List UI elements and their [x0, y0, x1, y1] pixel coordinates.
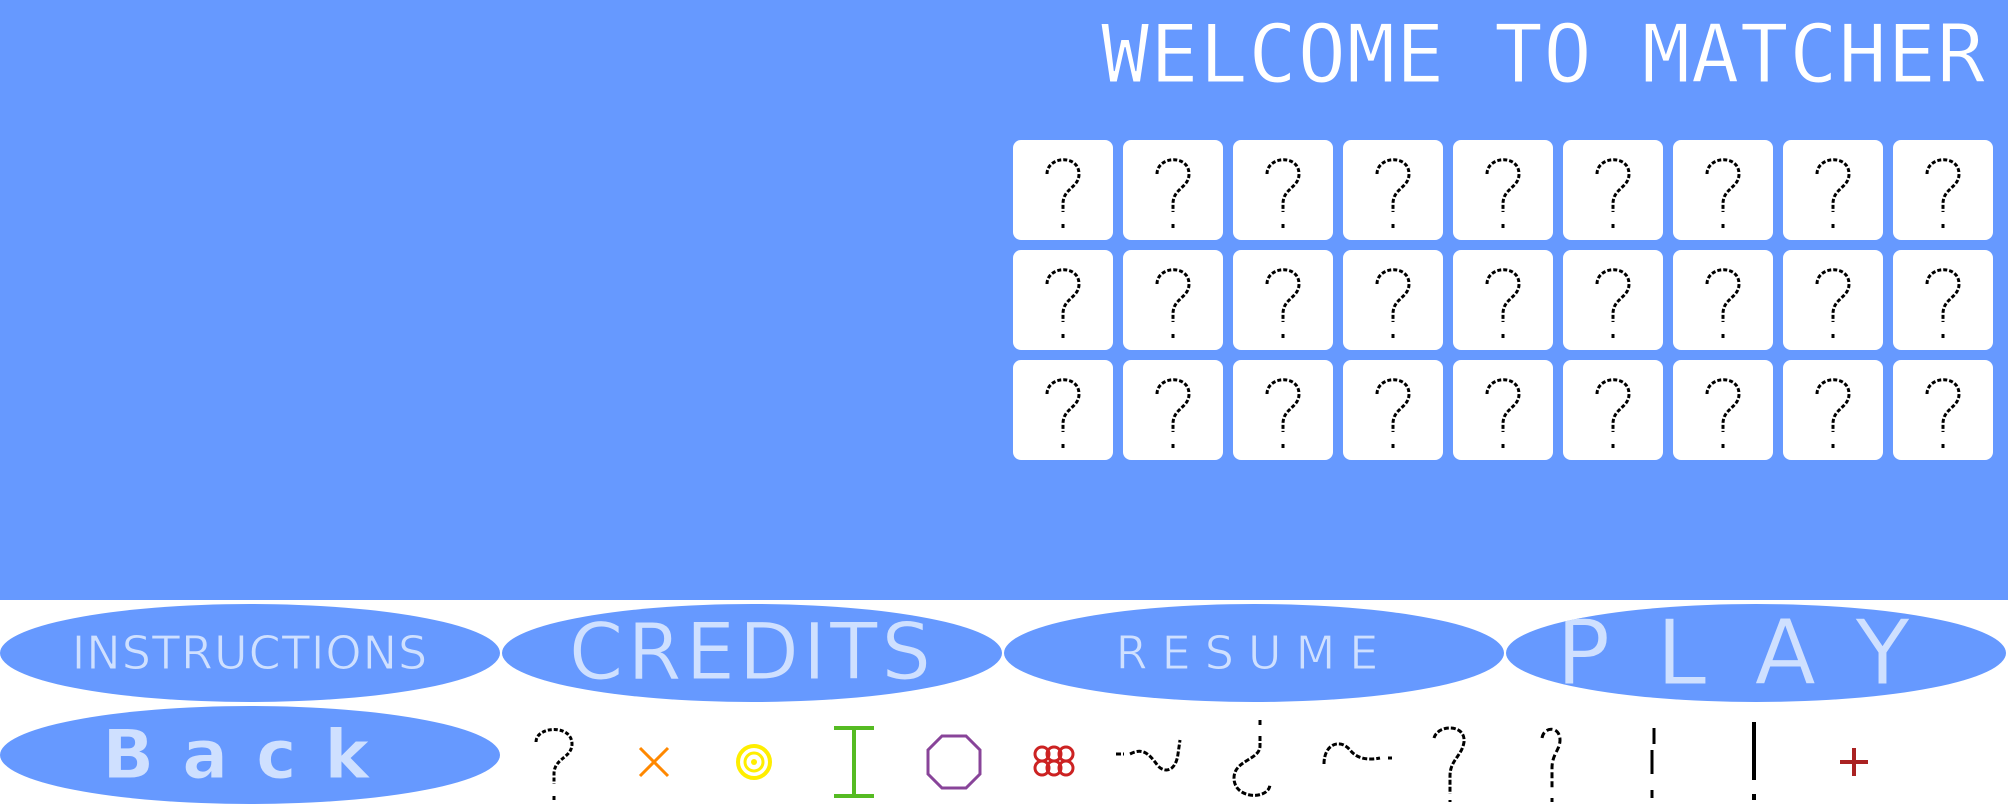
card[interactable] — [1343, 360, 1443, 460]
card[interactable] — [1123, 250, 1223, 350]
instructions-button[interactable]: INSTRUCTIONS — [0, 604, 500, 702]
question-mark-icon — [1485, 158, 1521, 228]
question-mark-icon — [1045, 268, 1081, 338]
question-mark-icon — [1595, 268, 1631, 338]
question-mark-icon — [1485, 378, 1521, 448]
card[interactable] — [1673, 360, 1773, 460]
squiggle-icon — [1116, 739, 1182, 772]
card-grid — [1013, 140, 1993, 460]
question-mark-icon — [1705, 158, 1741, 228]
instructions-button-label: INSTRUCTIONS — [71, 626, 429, 681]
back-button[interactable]: Back — [0, 706, 500, 804]
game-title: WELCOME TO MATCHER — [1101, 8, 1986, 101]
play-button[interactable]: PLAY — [1506, 604, 2006, 702]
play-button-label: PLAY — [1555, 604, 1957, 702]
spiral-icon — [736, 744, 772, 780]
card[interactable] — [1783, 140, 1883, 240]
resume-button[interactable]: RESUME — [1004, 604, 1504, 702]
question-mark-icon — [1485, 268, 1521, 338]
card[interactable] — [1453, 360, 1553, 460]
card[interactable] — [1893, 250, 1993, 350]
question-variant-a-icon — [1432, 726, 1466, 802]
question-mark-icon — [534, 728, 574, 800]
credits-button[interactable]: CREDITS — [502, 604, 1002, 702]
question-mark-icon — [1155, 158, 1191, 228]
card[interactable] — [1783, 250, 1883, 350]
game-board-area: WELCOME TO MATCHER — [0, 0, 2008, 600]
question-mark-icon — [1265, 158, 1301, 228]
i-beam-icon — [834, 726, 874, 798]
broken-exclamation-icon — [1650, 728, 1656, 798]
question-mark-icon — [1375, 378, 1411, 448]
card[interactable] — [1123, 360, 1223, 460]
card[interactable] — [1673, 250, 1773, 350]
card[interactable] — [1013, 250, 1113, 350]
question-mark-icon — [1815, 378, 1851, 448]
card[interactable] — [1563, 250, 1663, 350]
cross-icon — [638, 746, 670, 778]
tilde-curl-icon — [1322, 742, 1392, 765]
question-mark-icon — [1375, 158, 1411, 228]
symbol-tray — [510, 706, 2000, 804]
question-mark-icon — [1705, 268, 1741, 338]
question-mark-icon — [1925, 378, 1961, 448]
card[interactable] — [1893, 360, 1993, 460]
card[interactable] — [1233, 140, 1333, 240]
question-mark-icon — [1375, 268, 1411, 338]
question-mark-icon — [1705, 378, 1741, 448]
credits-button-label: CREDITS — [568, 608, 936, 699]
question-mark-icon — [1265, 268, 1301, 338]
card[interactable] — [1233, 360, 1333, 460]
knot-icon — [1033, 745, 1075, 777]
card[interactable] — [1343, 250, 1443, 350]
resume-button-label: RESUME — [1115, 626, 1393, 681]
question-mark-icon — [1045, 158, 1081, 228]
exclamation-icon — [1752, 722, 1756, 800]
card[interactable] — [1123, 140, 1223, 240]
card[interactable] — [1673, 140, 1773, 240]
card[interactable] — [1343, 140, 1443, 240]
card[interactable] — [1453, 250, 1553, 350]
plus-icon — [1840, 748, 1868, 776]
question-mark-icon — [1815, 268, 1851, 338]
card[interactable] — [1013, 140, 1113, 240]
card[interactable] — [1893, 140, 1993, 240]
card[interactable] — [1783, 360, 1883, 460]
octagon-icon — [926, 734, 982, 790]
card[interactable] — [1563, 140, 1663, 240]
card[interactable] — [1563, 360, 1663, 460]
card[interactable] — [1233, 250, 1333, 350]
question-mark-icon — [1925, 268, 1961, 338]
question-mark-icon — [1265, 378, 1301, 448]
back-button-label: Back — [102, 715, 398, 795]
card[interactable] — [1013, 360, 1113, 460]
question-mark-icon — [1595, 158, 1631, 228]
question-variant-b-icon — [1540, 727, 1562, 802]
question-mark-icon — [1155, 268, 1191, 338]
question-mark-icon — [1155, 378, 1191, 448]
question-mark-icon — [1595, 378, 1631, 448]
inverted-question-icon — [1232, 720, 1272, 797]
card[interactable] — [1453, 140, 1553, 240]
question-mark-icon — [1815, 158, 1851, 228]
question-mark-icon — [1925, 158, 1961, 228]
question-mark-icon — [1045, 378, 1081, 448]
